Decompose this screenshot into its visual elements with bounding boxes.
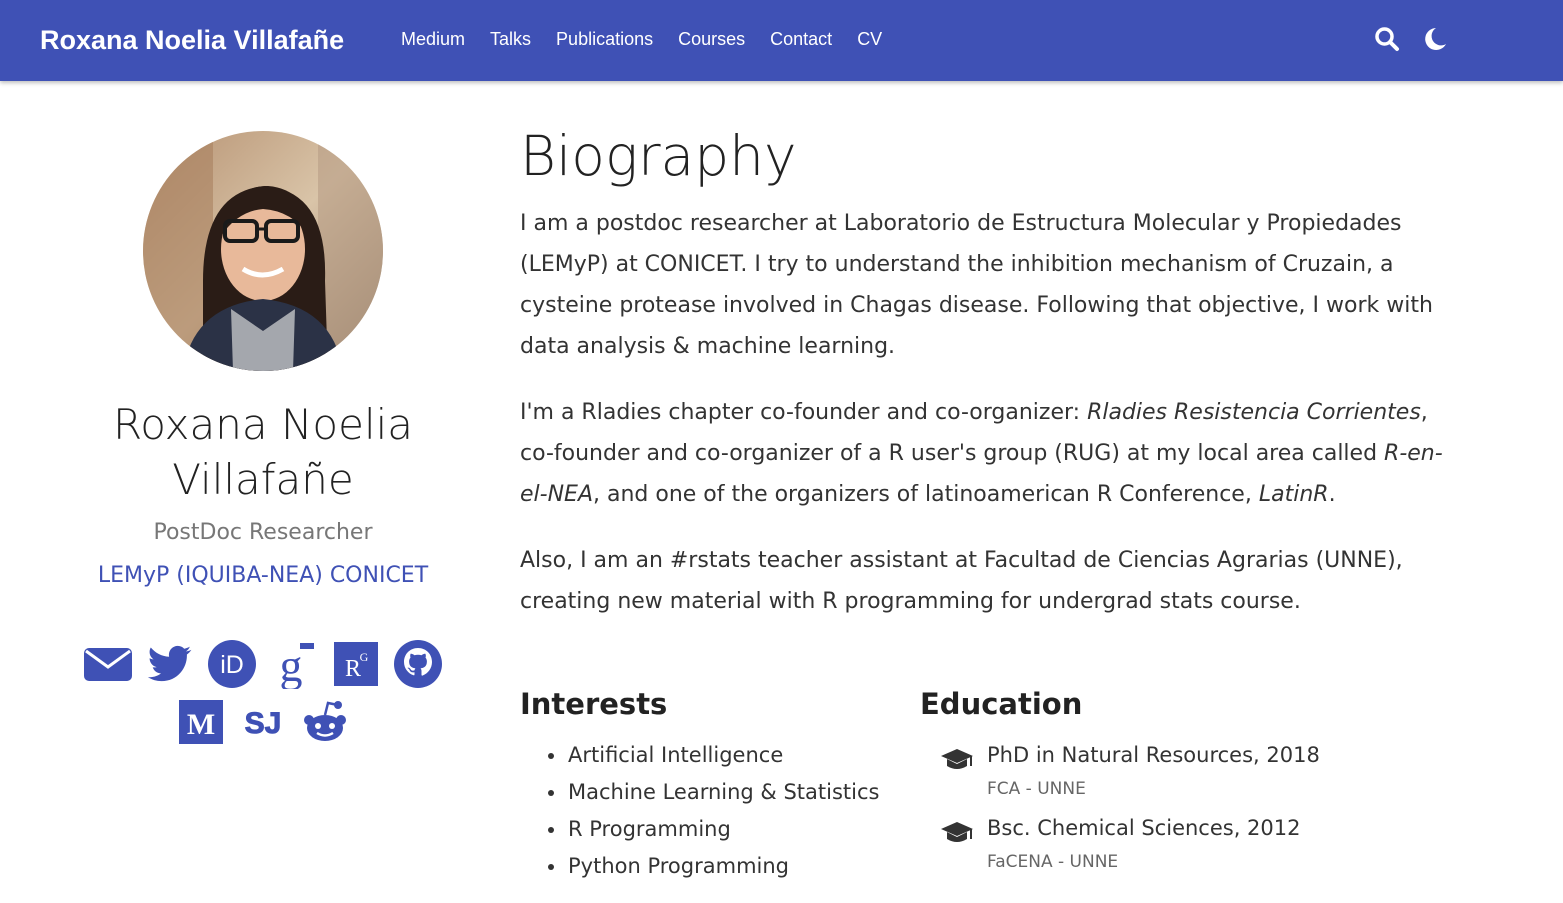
site-brand[interactable]: Roxana Noelia Villafañe (40, 20, 344, 60)
envelope-icon[interactable] (82, 639, 134, 689)
biography-paragraph-1: I am a postdoc researcher at Laboratorio… (520, 211, 1433, 359)
education-title: Education (920, 687, 1083, 721)
biography-text: . (1328, 482, 1336, 507)
rladies-chapter-name: Rladies Resistencia Corrientes (1087, 400, 1421, 425)
interests-list: Artificial Intelligence Machine Learning… (548, 737, 879, 885)
profile-role: PostDoc Researcher (153, 520, 373, 545)
search-icon[interactable] (1373, 25, 1401, 53)
conference-name: LatinR (1258, 482, 1329, 507)
google-scholar-icon[interactable]: g (268, 639, 320, 689)
interests-title: Interests (520, 687, 668, 721)
medium-icon[interactable]: M (175, 697, 227, 747)
interest-item: Artificial Intelligence (548, 737, 879, 774)
biography-text: , and one of the organizers of latinoame… (593, 482, 1259, 507)
nav-link-courses[interactable]: Courses (678, 26, 745, 52)
education-institution: FaCENA - UNNE (987, 852, 1119, 872)
profile-organization-link[interactable]: LEMyP (IQUIBA-NEA) CONICET (40, 561, 486, 591)
nav-link-talks[interactable]: Talks (490, 26, 531, 52)
biography-text: I'm a Rladies chapter co-founder and co-… (520, 400, 1088, 425)
nav-link-publications[interactable]: Publications (556, 26, 653, 52)
twitter-icon[interactable] (144, 639, 196, 689)
nav-link-cv[interactable]: CV (857, 26, 882, 52)
education-course: PhD in Natural Resources, 2018 (987, 743, 1320, 767)
svg-text:iD: iD (220, 651, 244, 679)
biography-paragraph-2: I'm a Rladies chapter co-founder and co-… (520, 392, 1450, 515)
social-links-row-1: iD g RG (40, 639, 486, 689)
reddit-icon[interactable] (299, 697, 351, 747)
svg-text:M: M (187, 708, 215, 741)
graduation-cap-icon (940, 820, 974, 846)
researchgate-icon[interactable]: RG (330, 639, 382, 689)
svg-text:R: R (345, 656, 361, 682)
navbar: Roxana Noelia Villafañe Medium Talks Pub… (0, 0, 1563, 81)
avatar (143, 131, 383, 371)
nav-link-medium[interactable]: Medium (401, 26, 465, 52)
interest-item: Machine Learning & Statistics (548, 774, 879, 811)
github-icon[interactable] (392, 639, 444, 689)
biography-paragraph-3: Also, I am an #rstats teacher assistant … (520, 548, 1403, 614)
education-course: Bsc. Chemical Sciences, 2012 (987, 816, 1301, 840)
stackoverflow-icon[interactable]: SJ (237, 697, 289, 747)
svg-text:SJ: SJ (245, 707, 282, 740)
interest-item: R Programming (548, 811, 879, 848)
svg-text:g: g (280, 640, 303, 689)
nav-link-contact[interactable]: Contact (770, 26, 832, 52)
education-institution: FCA - UNNE (987, 779, 1086, 799)
interest-item: Python Programming (548, 848, 879, 885)
svg-text:G: G (360, 650, 369, 664)
graduation-cap-icon (940, 747, 974, 773)
social-links-row-2: M SJ (40, 697, 486, 747)
nav-links: Medium Talks Publications Courses Contac… (401, 26, 907, 52)
moon-icon[interactable] (1421, 25, 1449, 53)
orcid-icon[interactable]: iD (206, 639, 258, 689)
biography-title: Biography (520, 124, 797, 188)
profile-name: Roxana Noelia Villafañe (112, 400, 414, 504)
